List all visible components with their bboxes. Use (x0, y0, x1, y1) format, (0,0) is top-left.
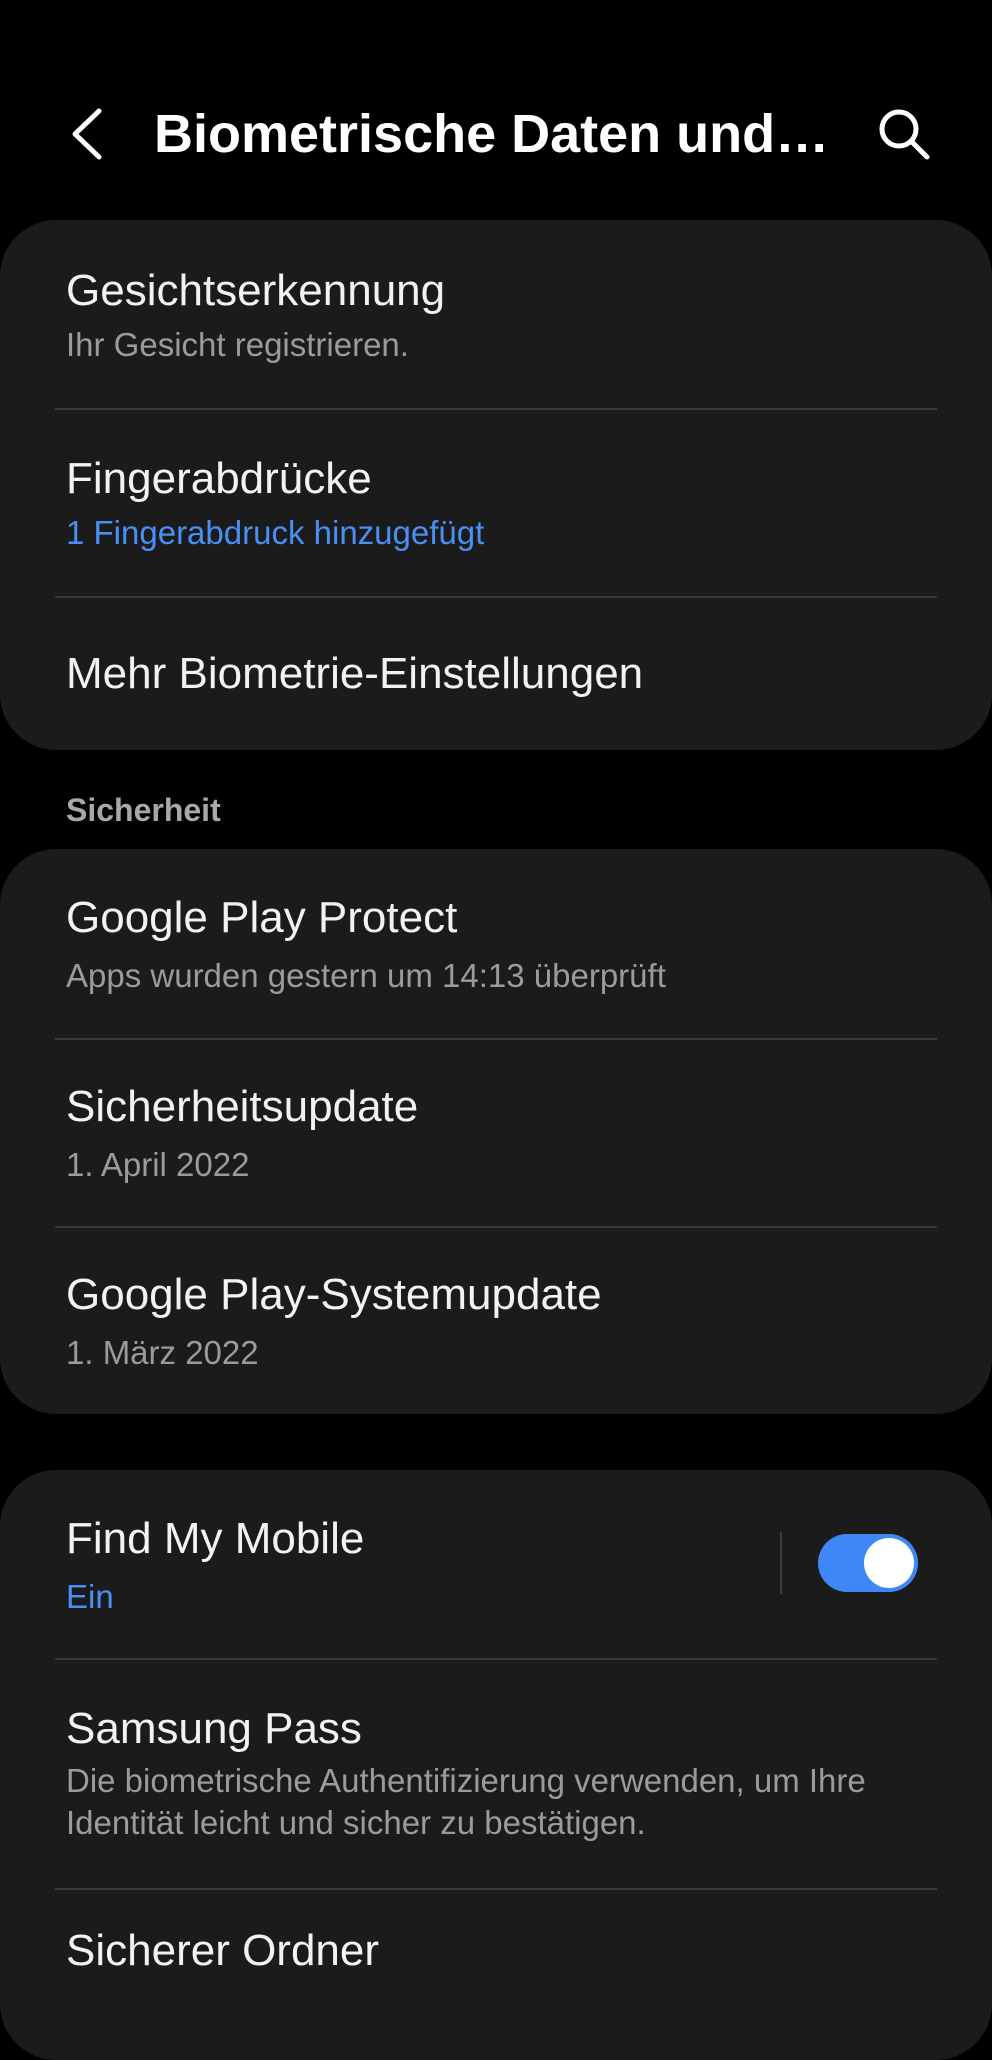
security-update-title: Sicherheitsupdate (66, 1082, 419, 1131)
more-biometrics-settings-item[interactable]: Mehr Biometrie-Einstellungen (0, 598, 992, 750)
google-play-protect-title: Google Play Protect (66, 893, 458, 942)
google-play-protect-item[interactable]: Google Play Protect Apps wurden gestern … (0, 849, 992, 1038)
secure-folder-item[interactable]: Sicherer Ordner (0, 1890, 992, 2060)
find-my-mobile-status: Ein (66, 1578, 114, 1615)
secure-folder-title: Sicherer Ordner (66, 1926, 380, 1975)
find-my-mobile-toggle[interactable] (818, 1534, 918, 1592)
face-recognition-item[interactable]: Gesichtserkennung Ihr Gesicht registrier… (0, 220, 992, 408)
face-recognition-subtitle: Ihr Gesicht registrieren. (66, 326, 409, 363)
page-title: Biometrische Daten und… (154, 104, 830, 164)
search-icon (879, 109, 930, 160)
biometrics-card: Gesichtserkennung Ihr Gesicht registrier… (0, 220, 992, 750)
google-play-system-update-title: Google Play-Systemupdate (66, 1270, 602, 1319)
fingerprints-subtitle: 1 Fingerabdruck hinzugefügt (66, 514, 485, 551)
samsung-pass-item[interactable]: Samsung Pass Die biometrische Authentifi… (0, 1660, 992, 1888)
toggle-separator (780, 1532, 782, 1594)
back-button[interactable] (56, 100, 116, 168)
face-recognition-title: Gesichtserkennung (66, 266, 446, 315)
samsung-pass-title: Samsung Pass (66, 1704, 362, 1753)
chevron-left-icon (72, 108, 102, 160)
security-card: Google Play Protect Apps wurden gestern … (0, 849, 992, 1414)
app-bar: Biometrische Daten und… (0, 0, 992, 220)
fingerprints-item[interactable]: Fingerabdrücke 1 Fingerabdruck hinzugefü… (0, 410, 992, 596)
find-my-mobile-title: Find My Mobile (66, 1514, 365, 1563)
toggle-knob (864, 1538, 914, 1588)
google-play-system-update-subtitle: 1. März 2022 (66, 1334, 259, 1371)
fingerprints-title: Fingerabdrücke (66, 454, 372, 503)
more-biometrics-settings-title: Mehr Biometrie-Einstellungen (66, 649, 644, 698)
google-play-system-update-item[interactable]: Google Play-Systemupdate 1. März 2022 (0, 1228, 992, 1414)
google-play-protect-subtitle: Apps wurden gestern um 14:13 überprüft (66, 957, 666, 994)
search-button[interactable] (870, 100, 938, 168)
section-header-security: Sicherheit (66, 792, 221, 828)
samsung-pass-subtitle: Die biometrische Authentifizierung verwe… (66, 1762, 866, 1841)
security-update-subtitle: 1. April 2022 (66, 1146, 250, 1183)
security-update-item[interactable]: Sicherheitsupdate 1. April 2022 (0, 1040, 992, 1226)
